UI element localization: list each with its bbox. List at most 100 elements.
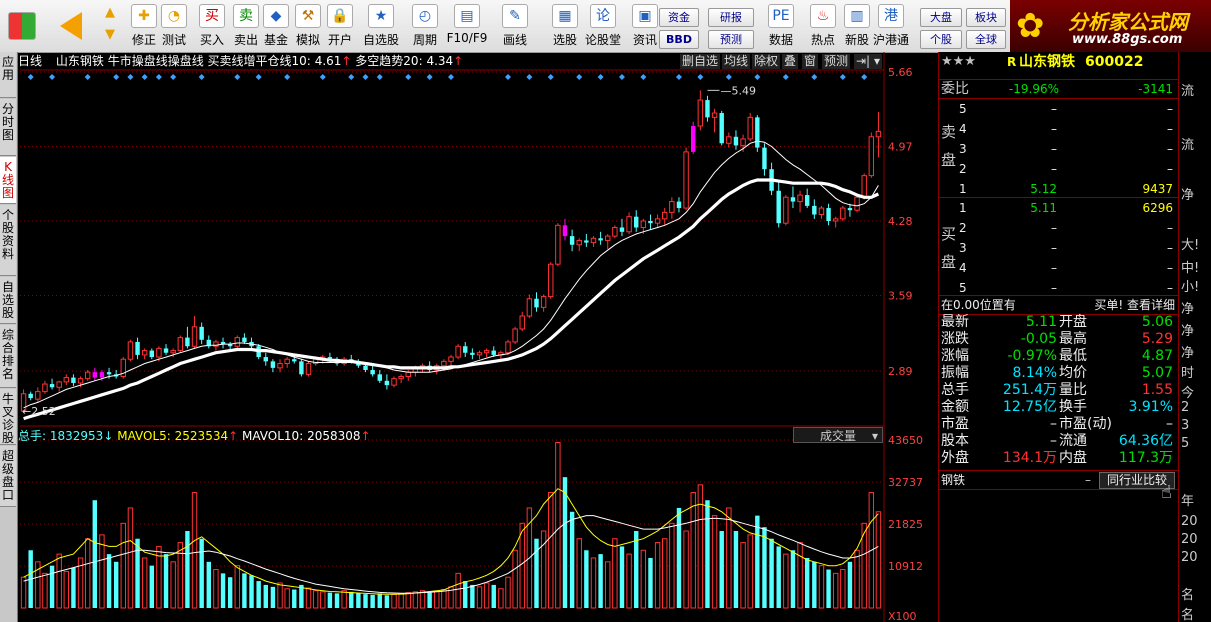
- stat-v1: –: [1050, 416, 1057, 432]
- brand-url: www.88gs.com: [1072, 32, 1183, 47]
- lock-icon: 🔒: [327, 4, 353, 28]
- sell-level-row[interactable]: 4 – –: [939, 120, 1179, 138]
- mavol5-value: 2523534: [174, 429, 229, 443]
- price-tick-label: 4.28: [888, 215, 913, 228]
- left-tab-1[interactable]: 分时图: [0, 99, 16, 156]
- toolbar-button-select[interactable]: ▦ 选股: [544, 2, 586, 50]
- buy-level-row[interactable]: 3 – –: [939, 239, 1179, 257]
- stars-rating: ★★★: [941, 54, 976, 69]
- candle-body: [391, 378, 397, 386]
- toolbar-button-star[interactable]: ★ 自选股: [360, 2, 402, 50]
- volume-bar: [648, 557, 653, 608]
- volume-bar: [177, 542, 183, 609]
- signal-diamond-marker: [618, 74, 625, 80]
- volume-bar: [305, 587, 312, 609]
- volume-unit-label: X100: [888, 610, 917, 622]
- hammer-icon: ⚒: [295, 4, 321, 28]
- toolbar-button-pe[interactable]: PE 数据: [760, 2, 802, 50]
- pill-market[interactable]: 大盘: [920, 8, 962, 27]
- pill-bbd[interactable]: BBD: [659, 30, 699, 49]
- left-tab-3[interactable]: 个股资料: [0, 205, 16, 276]
- pill-global[interactable]: 全球: [966, 30, 1006, 49]
- candle-body: [783, 196, 789, 224]
- toolbar-button-buy[interactable]: 买买入: [196, 2, 228, 50]
- clock-icon: ◔: [161, 4, 187, 28]
- volume-bar: [185, 531, 190, 608]
- volume-bar: [135, 538, 140, 608]
- price-tick-label: 2.89: [888, 365, 913, 378]
- sell-level-row[interactable]: 5 – –: [939, 100, 1179, 118]
- level-number: 1: [959, 182, 967, 196]
- side-label-18: 名: [1181, 588, 1195, 603]
- candle-body: [398, 375, 404, 380]
- pill-sector[interactable]: 板块: [966, 8, 1006, 27]
- left-tab-7[interactable]: 超级盘口: [0, 446, 16, 507]
- candle-body: [662, 211, 668, 220]
- buy-level-row[interactable]: 1 5.11 6296: [939, 199, 1179, 217]
- updown-arrows[interactable]: ▲ ▼: [98, 2, 122, 50]
- pill-stock[interactable]: 个股: [920, 30, 962, 49]
- signal-diamond-marker: [811, 74, 818, 80]
- volume-bar: [590, 557, 597, 609]
- buy-level-row[interactable]: 2 – –: [939, 219, 1179, 237]
- left-tab-6[interactable]: 牛叉诊股: [0, 389, 16, 445]
- toolbar-button-sell[interactable]: 卖卖出: [230, 2, 262, 50]
- r-tag: R: [1007, 55, 1017, 69]
- stat-v1: 8.14%: [1012, 365, 1057, 381]
- volume-bar: [455, 572, 461, 609]
- volume-bar: [149, 565, 155, 608]
- toolbar-button-cycle[interactable]: ◴ 周期: [404, 2, 446, 50]
- candle-body: [691, 125, 696, 152]
- menu-grid-button[interactable]: [2, 2, 42, 50]
- buy-level-row[interactable]: 4 – –: [939, 259, 1179, 277]
- stat-v2: –: [1166, 416, 1173, 432]
- toolbar-button-forum[interactable]: 论论股堂: [582, 2, 624, 50]
- volume-bar: [42, 572, 48, 609]
- candle-body: [455, 345, 461, 358]
- toolbar-button-pen[interactable]: ✎ 画线: [494, 2, 536, 50]
- fund-icon: ◆: [263, 4, 289, 28]
- stat-l1: 总手: [941, 382, 969, 398]
- left-tab-0[interactable]: 应用: [0, 52, 16, 98]
- view-detail-link[interactable]: 买单! 查看详细: [1094, 296, 1175, 314]
- side-label-6: 净: [1181, 302, 1195, 317]
- left-tab-2[interactable]: K线图: [0, 157, 16, 204]
- pill-funds[interactable]: 资金: [659, 8, 699, 27]
- toolbar-button-clock[interactable]: ◔ 测试: [158, 2, 190, 50]
- side-label-16: 20: [1181, 532, 1198, 547]
- signal-diamond-marker: [284, 74, 291, 80]
- pill-research[interactable]: 研报: [708, 8, 754, 27]
- kline-chart[interactable]: 5.66 4.97 4.28 3.59 2.89 43650 32737 21825 10912…: [18, 52, 938, 622]
- stats-row: 市盈 – 市盈(动) –: [939, 416, 1179, 433]
- sell-level-row[interactable]: 1 5.12 9437: [939, 180, 1179, 198]
- sell-level-row[interactable]: 2 – –: [939, 160, 1179, 178]
- sell-level-row[interactable]: 3 – –: [939, 140, 1179, 158]
- candle-body: [156, 347, 162, 358]
- stat-l1: 股本: [941, 433, 969, 449]
- toolbar-button-hk[interactable]: 港沪港通: [870, 2, 912, 50]
- left-tab-4[interactable]: 自选股: [0, 277, 16, 324]
- candle-body: [776, 190, 781, 224]
- candle-body: [92, 372, 98, 378]
- level-price: 5.12: [1030, 182, 1057, 196]
- level-volume: –: [1167, 221, 1173, 235]
- toolbar-button-hammer[interactable]: ⚒ 模拟: [292, 2, 324, 50]
- toolbar-button-fund[interactable]: ◆ 基金: [260, 2, 292, 50]
- stats-row: 最新 5.11 开盘 5.06: [939, 314, 1179, 331]
- candle-body: [555, 224, 561, 265]
- left-tab-5[interactable]: 综合排名: [0, 325, 16, 388]
- back-button[interactable]: [48, 2, 94, 50]
- candle-body: [363, 365, 368, 371]
- volume-bar: [242, 573, 247, 608]
- toolbar-button-plus[interactable]: ✚ 修正: [128, 2, 160, 50]
- signal-diamond-marker: [255, 74, 262, 80]
- toolbar-button-f10[interactable]: ▤ F10/F9: [446, 2, 488, 50]
- volume-bar: [141, 557, 148, 609]
- stat-l1: 市盈: [941, 416, 969, 432]
- forum-icon: 论: [590, 4, 616, 28]
- toolbar-button-label: 自选股: [362, 33, 399, 47]
- industry-row: 钢铁 – 同行业比较: [939, 470, 1179, 490]
- pill-forecast[interactable]: 预测: [708, 30, 754, 49]
- toolbar-button-lock[interactable]: 🔒 开户: [324, 2, 356, 50]
- volume-indicator-dropdown[interactable]: 成交量 ▾: [793, 427, 883, 443]
